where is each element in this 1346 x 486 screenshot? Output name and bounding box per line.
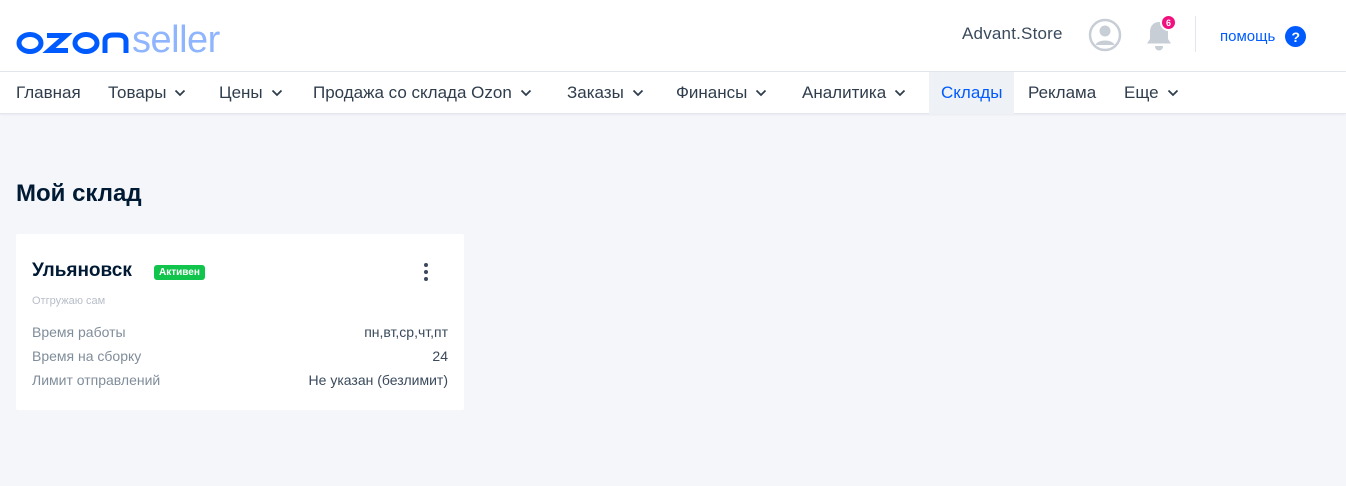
chevron-down-icon <box>271 89 282 97</box>
nav-item-prices[interactable]: Цены <box>219 72 283 114</box>
nav-item-warehouses[interactable]: Склады <box>929 72 1015 114</box>
nav-item-finance[interactable]: Финансы <box>676 72 767 114</box>
kebab-dot <box>424 263 428 267</box>
page-title: Мой склад <box>16 180 142 207</box>
nav-item-label: Еще <box>1124 83 1159 102</box>
ozon-seller-logo[interactable]: seller <box>16 14 262 54</box>
notification-count-badge: 6 <box>1160 14 1177 31</box>
nav-item-label: Склады <box>941 83 1003 102</box>
nav-item-more[interactable]: Еще <box>1124 72 1179 114</box>
nav-item-label: Заказы <box>567 83 624 102</box>
nav-item-advertising[interactable]: Реклама <box>1028 72 1096 114</box>
nav-item-label: Финансы <box>676 83 748 102</box>
top-bar: seller Advant.Store 6 помощь ? <box>0 0 1346 72</box>
nav-item-products[interactable]: Товары <box>108 72 186 114</box>
nav-item-label: Цены <box>219 83 263 102</box>
chevron-down-icon <box>1167 89 1178 97</box>
chevron-down-icon <box>175 89 186 97</box>
ozon-seller-logo-mark: seller <box>16 19 221 54</box>
info-key: Лимит отправлений <box>32 372 161 388</box>
warehouse-info-row: Лимит отправлений Не указан (безлимит) <box>32 372 448 388</box>
nav-item-label: Аналитика <box>802 83 887 102</box>
help-label: помощь <box>1220 28 1276 45</box>
kebab-dot <box>424 277 428 281</box>
info-value: пн,вт,ср,чт,пт <box>364 324 448 340</box>
more-options-icon[interactable] <box>416 262 436 282</box>
warehouse-city: Ульяновск <box>32 260 132 281</box>
svg-text:seller: seller <box>132 19 221 54</box>
info-value: Не указан (безлимит) <box>308 372 448 388</box>
warehouse-card[interactable]: Ульяновск Активен Отгружаю сам Время раб… <box>16 234 464 410</box>
status-badge: Активен <box>154 265 205 280</box>
nav-item-label: Продажа со склада Ozon <box>313 83 512 102</box>
store-name[interactable]: Advant.Store <box>962 24 1063 44</box>
help-link[interactable]: помощь ? <box>1220 26 1307 47</box>
info-key: Время работы <box>32 324 126 340</box>
user-avatar-icon[interactable] <box>1088 18 1122 52</box>
nav-item-label: Главная <box>16 83 81 102</box>
chevron-down-icon <box>756 89 767 97</box>
warehouse-info-row: Время на сборку 24 <box>32 348 448 364</box>
nav-item-analytics[interactable]: Аналитика <box>802 72 906 114</box>
header-divider <box>1195 16 1196 52</box>
nav-item-label: Товары <box>108 83 167 102</box>
chevron-down-icon <box>632 89 643 97</box>
chevron-down-icon <box>520 89 531 97</box>
info-key: Время на сборку <box>32 348 142 364</box>
info-value: 24 <box>432 348 448 364</box>
kebab-dot <box>424 270 428 274</box>
nav-item-label: Реклама <box>1028 83 1097 102</box>
main-navigation: Главная Товары Цены Продажа со склада Oz… <box>0 72 1346 114</box>
warehouse-shipping-mode: Отгружаю сам <box>32 295 106 307</box>
nav-item-ozon-warehouse-sales[interactable]: Продажа со склада Ozon <box>313 72 532 114</box>
chevron-down-icon <box>895 89 906 97</box>
help-question-icon: ? <box>1285 26 1307 47</box>
nav-item-home[interactable]: Главная <box>16 72 81 114</box>
nav-item-orders[interactable]: Заказы <box>567 72 644 114</box>
warehouse-info-row: Время работы пн,вт,ср,чт,пт <box>32 324 448 340</box>
